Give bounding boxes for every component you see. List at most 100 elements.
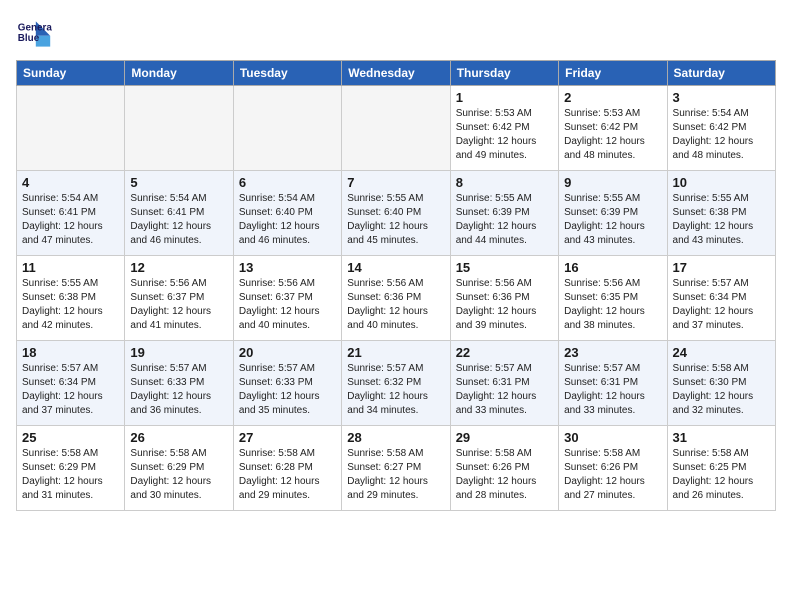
day-number: 6 bbox=[239, 175, 336, 190]
day-info: Sunrise: 5:54 AM Sunset: 6:42 PM Dayligh… bbox=[673, 107, 770, 163]
calendar-cell: 6Sunrise: 5:54 AM Sunset: 6:40 PM Daylig… bbox=[233, 171, 341, 256]
logo: General Blue bbox=[16, 16, 52, 52]
calendar-cell: 22 Sunrise: 5:57 AM Sunset: 6:31 PM Dayli… bbox=[450, 341, 558, 426]
calendar-header-row: SundayMondayTuesdayWednesdayThursdayFrid… bbox=[17, 61, 776, 86]
day-number: 25 bbox=[22, 430, 119, 445]
day-number: 29 bbox=[456, 430, 553, 445]
day-number: 2 bbox=[564, 90, 661, 105]
day-info: Sunrise: 5:57 AM Sunset: 6:33 PM Dayligh… bbox=[130, 362, 227, 418]
day-number: 18 bbox=[22, 345, 119, 360]
calendar-cell bbox=[125, 86, 233, 171]
day-info: Sunrise: 5:56 AM Sunset: 6:36 PM Dayligh… bbox=[347, 277, 444, 333]
day-number: 9 bbox=[564, 175, 661, 190]
day-info: Sunrise: 5:55 AM Sunset: 6:38 PM Dayligh… bbox=[673, 192, 770, 248]
logo-icon: General Blue bbox=[16, 16, 52, 52]
day-info: Sunrise: 5:57 AM Sunset: 6:34 PM Dayligh… bbox=[673, 277, 770, 333]
calendar-cell: 13Sunrise: 5:56 AM Sunset: 6:37 PM Dayli… bbox=[233, 256, 341, 341]
calendar-cell: 12 Sunrise: 5:56 AM Sunset: 6:37 PM Dayli… bbox=[125, 256, 233, 341]
calendar-cell: 16Sunrise: 5:56 AM Sunset: 6:35 PM Dayli… bbox=[559, 256, 667, 341]
day-number: 11 bbox=[22, 260, 119, 275]
day-info: Sunrise: 5:54 AM Sunset: 6:41 PM Dayligh… bbox=[22, 192, 119, 248]
day-info: Sunrise: 5:58 AM Sunset: 6:28 PM Dayligh… bbox=[239, 447, 336, 503]
svg-text:Blue: Blue bbox=[18, 33, 40, 44]
day-number: 22 bbox=[456, 345, 553, 360]
calendar-cell: 3 Sunrise: 5:54 AM Sunset: 6:42 PM Daylig… bbox=[667, 86, 775, 171]
day-number: 24 bbox=[673, 345, 770, 360]
calendar-cell: 11Sunrise: 5:55 AM Sunset: 6:38 PM Dayli… bbox=[17, 256, 125, 341]
day-number: 5 bbox=[130, 175, 227, 190]
day-info: Sunrise: 5:56 AM Sunset: 6:36 PM Dayligh… bbox=[456, 277, 553, 333]
day-number: 27 bbox=[239, 430, 336, 445]
day-number: 4 bbox=[22, 175, 119, 190]
day-info: Sunrise: 5:58 AM Sunset: 6:25 PM Dayligh… bbox=[673, 447, 770, 503]
day-number: 28 bbox=[347, 430, 444, 445]
calendar-cell: 8 Sunrise: 5:55 AM Sunset: 6:39 PM Daylig… bbox=[450, 171, 558, 256]
day-number: 31 bbox=[673, 430, 770, 445]
calendar-cell: 10 Sunrise: 5:55 AM Sunset: 6:38 PM Dayli… bbox=[667, 171, 775, 256]
day-info: Sunrise: 5:55 AM Sunset: 6:39 PM Dayligh… bbox=[564, 192, 661, 248]
day-number: 7 bbox=[347, 175, 444, 190]
calendar-cell bbox=[233, 86, 341, 171]
day-number: 14 bbox=[347, 260, 444, 275]
calendar-cell: 30 Sunrise: 5:58 AM Sunset: 6:26 PM Dayli… bbox=[559, 426, 667, 511]
day-info: Sunrise: 5:57 AM Sunset: 6:32 PM Dayligh… bbox=[347, 362, 444, 418]
weekday-header: Tuesday bbox=[233, 61, 341, 86]
day-number: 20 bbox=[239, 345, 336, 360]
calendar-cell: 18 Sunrise: 5:57 AM Sunset: 6:34 PM Dayli… bbox=[17, 341, 125, 426]
calendar-cell: 7Sunrise: 5:55 AM Sunset: 6:40 PM Daylig… bbox=[342, 171, 450, 256]
day-info: Sunrise: 5:58 AM Sunset: 6:26 PM Dayligh… bbox=[456, 447, 553, 503]
page-header: General Blue bbox=[16, 16, 776, 52]
calendar-week-row: 11Sunrise: 5:55 AM Sunset: 6:38 PM Dayli… bbox=[17, 256, 776, 341]
day-number: 30 bbox=[564, 430, 661, 445]
day-info: Sunrise: 5:58 AM Sunset: 6:29 PM Dayligh… bbox=[130, 447, 227, 503]
day-number: 3 bbox=[673, 90, 770, 105]
day-number: 17 bbox=[673, 260, 770, 275]
calendar-cell: 20 Sunrise: 5:57 AM Sunset: 6:33 PM Dayli… bbox=[233, 341, 341, 426]
calendar-cell: 9 Sunrise: 5:55 AM Sunset: 6:39 PM Daylig… bbox=[559, 171, 667, 256]
day-info: Sunrise: 5:57 AM Sunset: 6:31 PM Dayligh… bbox=[456, 362, 553, 418]
calendar-cell: 28Sunrise: 5:58 AM Sunset: 6:27 PM Dayli… bbox=[342, 426, 450, 511]
calendar-week-row: 1 Sunrise: 5:53 AM Sunset: 6:42 PM Daylig… bbox=[17, 86, 776, 171]
calendar-week-row: 18 Sunrise: 5:57 AM Sunset: 6:34 PM Dayli… bbox=[17, 341, 776, 426]
weekday-header: Saturday bbox=[667, 61, 775, 86]
calendar-cell: 23Sunrise: 5:57 AM Sunset: 6:31 PM Dayli… bbox=[559, 341, 667, 426]
day-info: Sunrise: 5:56 AM Sunset: 6:37 PM Dayligh… bbox=[130, 277, 227, 333]
day-number: 10 bbox=[673, 175, 770, 190]
calendar-cell: 15 Sunrise: 5:56 AM Sunset: 6:36 PM Dayli… bbox=[450, 256, 558, 341]
calendar-cell: 5 Sunrise: 5:54 AM Sunset: 6:41 PM Daylig… bbox=[125, 171, 233, 256]
calendar-week-row: 25 Sunrise: 5:58 AM Sunset: 6:29 PM Dayli… bbox=[17, 426, 776, 511]
day-number: 8 bbox=[456, 175, 553, 190]
calendar-cell: 1 Sunrise: 5:53 AM Sunset: 6:42 PM Daylig… bbox=[450, 86, 558, 171]
day-number: 19 bbox=[130, 345, 227, 360]
calendar-cell: 29 Sunrise: 5:58 AM Sunset: 6:26 PM Dayli… bbox=[450, 426, 558, 511]
day-number: 1 bbox=[456, 90, 553, 105]
day-info: Sunrise: 5:57 AM Sunset: 6:31 PM Dayligh… bbox=[564, 362, 661, 418]
weekday-header: Friday bbox=[559, 61, 667, 86]
day-info: Sunrise: 5:54 AM Sunset: 6:41 PM Dayligh… bbox=[130, 192, 227, 248]
calendar-cell: 21 Sunrise: 5:57 AM Sunset: 6:32 PM Dayli… bbox=[342, 341, 450, 426]
day-number: 16 bbox=[564, 260, 661, 275]
calendar-cell: 14 Sunrise: 5:56 AM Sunset: 6:36 PM Dayli… bbox=[342, 256, 450, 341]
calendar-cell: 17 Sunrise: 5:57 AM Sunset: 6:34 PM Dayli… bbox=[667, 256, 775, 341]
calendar-cell bbox=[342, 86, 450, 171]
day-number: 15 bbox=[456, 260, 553, 275]
calendar-cell: 31 Sunrise: 5:58 AM Sunset: 6:25 PM Dayli… bbox=[667, 426, 775, 511]
calendar-week-row: 4 Sunrise: 5:54 AM Sunset: 6:41 PM Daylig… bbox=[17, 171, 776, 256]
day-number: 12 bbox=[130, 260, 227, 275]
calendar-table: SundayMondayTuesdayWednesdayThursdayFrid… bbox=[16, 60, 776, 511]
day-info: Sunrise: 5:58 AM Sunset: 6:26 PM Dayligh… bbox=[564, 447, 661, 503]
day-info: Sunrise: 5:55 AM Sunset: 6:39 PM Dayligh… bbox=[456, 192, 553, 248]
day-info: Sunrise: 5:57 AM Sunset: 6:34 PM Dayligh… bbox=[22, 362, 119, 418]
day-number: 21 bbox=[347, 345, 444, 360]
calendar-cell bbox=[17, 86, 125, 171]
day-info: Sunrise: 5:53 AM Sunset: 6:42 PM Dayligh… bbox=[456, 107, 553, 163]
day-number: 26 bbox=[130, 430, 227, 445]
day-info: Sunrise: 5:57 AM Sunset: 6:33 PM Dayligh… bbox=[239, 362, 336, 418]
calendar-cell: 26 Sunrise: 5:58 AM Sunset: 6:29 PM Dayli… bbox=[125, 426, 233, 511]
calendar-cell: 19 Sunrise: 5:57 AM Sunset: 6:33 PM Dayli… bbox=[125, 341, 233, 426]
day-info: Sunrise: 5:56 AM Sunset: 6:37 PM Dayligh… bbox=[239, 277, 336, 333]
day-info: Sunrise: 5:58 AM Sunset: 6:30 PM Dayligh… bbox=[673, 362, 770, 418]
day-info: Sunrise: 5:53 AM Sunset: 6:42 PM Dayligh… bbox=[564, 107, 661, 163]
calendar-cell: 24 Sunrise: 5:58 AM Sunset: 6:30 PM Dayli… bbox=[667, 341, 775, 426]
weekday-header: Wednesday bbox=[342, 61, 450, 86]
